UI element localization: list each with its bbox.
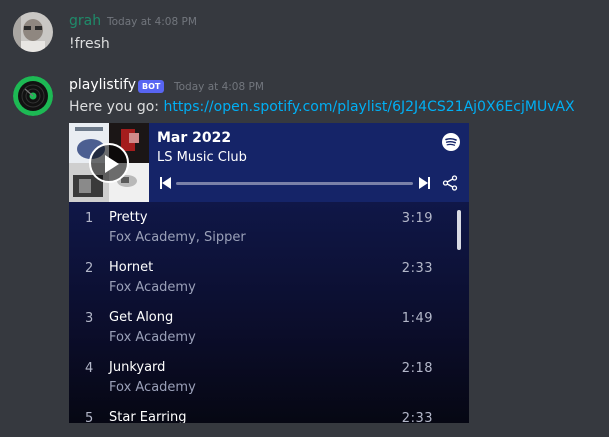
embed-header: Mar 2022 LS Music Club	[69, 123, 469, 202]
spotify-icon[interactable]	[442, 133, 460, 151]
playlist-title[interactable]: Mar 2022	[157, 130, 231, 146]
timestamp: Today at 4:08 PM	[107, 16, 197, 28]
track-duration: 2:33	[401, 411, 433, 423]
skip-forward-icon[interactable]	[419, 177, 430, 189]
track-artist: Fox Academy	[109, 330, 196, 345]
track-duration: 1:49	[401, 311, 433, 326]
skip-back-icon[interactable]	[160, 177, 171, 189]
play-icon[interactable]	[89, 143, 129, 183]
track-title: Star Earring	[109, 410, 187, 423]
track-artist: Fox Academy	[109, 280, 196, 295]
track-row[interactable]: 5 Star Earring 2:33	[69, 402, 469, 423]
avatar-grah[interactable]	[13, 12, 53, 52]
track-duration: 2:18	[401, 361, 433, 376]
track-artist: Fox Academy	[109, 380, 196, 395]
track-number: 3	[85, 311, 94, 326]
spotify-record-icon	[13, 76, 53, 116]
bot-tag: BOT	[138, 80, 165, 93]
avatar-grah-image	[13, 12, 53, 52]
avatar-playlistify[interactable]	[13, 76, 53, 116]
progress-bar[interactable]	[176, 182, 413, 185]
track-duration: 3:19	[401, 211, 433, 226]
track-list-scrollbar[interactable]	[457, 210, 461, 250]
track-artist: Fox Academy, Sipper	[109, 230, 246, 245]
track-duration: 2:33	[401, 261, 433, 276]
share-icon[interactable]	[442, 175, 458, 191]
track-title: Junkyard	[109, 360, 166, 375]
spotify-embed: Mar 2022 LS Music Club 1 Pretty Fox Acad…	[69, 123, 469, 423]
message-text: !fresh	[69, 36, 110, 52]
track-number: 2	[85, 261, 94, 276]
track-row[interactable]: 4 Junkyard Fox Academy 2:18	[69, 352, 469, 402]
playlist-cover[interactable]	[69, 123, 149, 202]
message-text-prefix: Here you go:	[69, 99, 164, 115]
track-row[interactable]: 2 Hornet Fox Academy 2:33	[69, 252, 469, 302]
track-row[interactable]: 3 Get Along Fox Academy 1:49	[69, 302, 469, 352]
track-title: Hornet	[109, 260, 154, 275]
spotify-link[interactable]: https://open.spotify.com/playlist/6J2J4C…	[163, 99, 574, 115]
track-title: Pretty	[109, 210, 148, 225]
track-number: 4	[85, 361, 94, 376]
username[interactable]: grah	[69, 13, 101, 29]
username[interactable]: playlistify	[69, 77, 136, 93]
message-text: Here you go: https://open.spotify.com/pl…	[69, 99, 575, 115]
timestamp: Today at 4:08 PM	[174, 81, 264, 93]
track-number: 1	[85, 211, 94, 226]
playlist-owner[interactable]: LS Music Club	[157, 150, 247, 165]
track-title: Get Along	[109, 310, 174, 325]
track-row[interactable]: 1 Pretty Fox Academy, Sipper 3:19	[69, 202, 469, 252]
track-number: 5	[85, 411, 94, 423]
